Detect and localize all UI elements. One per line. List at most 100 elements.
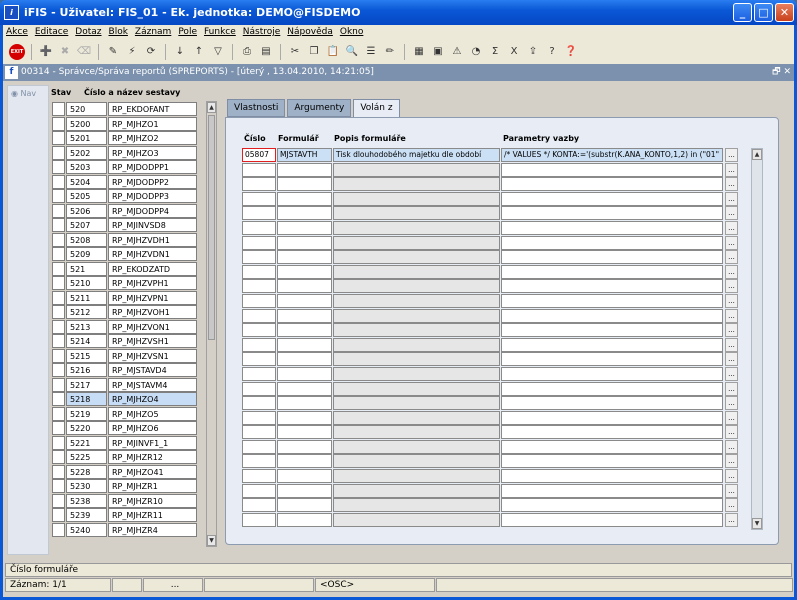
cislo-cell[interactable] [242, 425, 276, 440]
report-row[interactable]: 5215 RP_MJHZVSN1 [52, 348, 197, 364]
grid-row[interactable]: ... [242, 162, 738, 178]
formular-cell[interactable] [277, 410, 332, 425]
cislo-cell[interactable] [242, 498, 276, 513]
cislo-cell[interactable] [242, 235, 276, 250]
sort-desc-icon[interactable]: ↑ [191, 44, 207, 60]
status-checkbox[interactable] [52, 305, 65, 319]
report-name[interactable]: RP_MJSTAVD4 [108, 363, 197, 377]
form-window-controls[interactable]: 🗗 ✕ [772, 64, 791, 81]
report-row[interactable]: 521 RP_EKODZATD [52, 261, 197, 277]
calculator-icon[interactable]: ▦ [411, 44, 427, 60]
parametry-cell[interactable] [501, 337, 723, 352]
status-checkbox[interactable] [52, 160, 65, 174]
report-number[interactable]: 5201 [66, 131, 107, 145]
report-row[interactable]: 5205 RP_MJDODPP3 [52, 189, 197, 204]
formular-cell[interactable] [277, 264, 332, 279]
export-icon[interactable]: ⇪ [525, 44, 541, 60]
execute-query-icon[interactable]: ⚡ [124, 44, 140, 60]
report-number[interactable]: 5206 [66, 203, 107, 218]
edit-params-button[interactable]: ... [725, 191, 738, 206]
edit-params-button[interactable]: ... [725, 264, 738, 279]
formular-cell[interactable] [277, 235, 332, 250]
cislo-cell[interactable] [242, 352, 276, 367]
grid-scroll-up-icon[interactable]: ▲ [752, 149, 762, 160]
formular-cell[interactable] [277, 352, 332, 367]
report-number[interactable]: 5211 [66, 290, 107, 305]
status-checkbox[interactable] [52, 377, 65, 392]
parametry-cell[interactable] [501, 191, 723, 206]
warning-icon[interactable]: ⚠ [449, 44, 465, 60]
edit-icon[interactable]: ✏ [382, 44, 398, 60]
report-name[interactable]: RP_MJHZO41 [108, 464, 197, 479]
grid-row[interactable]: ... [242, 191, 738, 207]
formular-cell[interactable] [277, 425, 332, 440]
report-name[interactable]: RP_MJDODPP3 [108, 189, 197, 203]
parametry-cell[interactable] [501, 366, 723, 381]
report-name[interactable]: RP_MJHZO3 [108, 145, 197, 160]
status-checkbox[interactable] [52, 508, 65, 522]
report-name[interactable]: RP_EKODZATD [108, 261, 197, 276]
parametry-cell[interactable] [501, 323, 723, 338]
formular-cell[interactable] [277, 498, 332, 513]
report-row[interactable]: 5220 RP_MJHZO6 [52, 421, 197, 436]
report-row[interactable]: 5213 RP_MJHZVON1 [52, 319, 197, 335]
report-number[interactable]: 5213 [66, 319, 107, 334]
edit-params-button[interactable]: ... [725, 381, 738, 396]
list-icon[interactable]: ☰ [363, 44, 379, 60]
report-name[interactable]: RP_MJSTAVM4 [108, 377, 197, 392]
formular-cell[interactable] [277, 512, 332, 527]
grid-row[interactable]: ... [242, 293, 738, 309]
report-number[interactable]: 5240 [66, 522, 107, 537]
report-row[interactable]: 5208 RP_MJHZVDH1 [52, 232, 197, 248]
formular-cell[interactable] [277, 396, 332, 411]
report-number[interactable]: 5219 [66, 406, 107, 421]
report-name[interactable]: RP_MJHZR11 [108, 508, 197, 522]
formular-cell[interactable] [277, 250, 332, 265]
cislo-cell[interactable] [242, 206, 276, 221]
report-name[interactable]: RP_MJHZVDH1 [108, 232, 197, 247]
grid-row[interactable]: ... [242, 308, 738, 324]
grid-row[interactable]: ... [242, 250, 738, 265]
menu-dotaz[interactable]: Dotaz [75, 25, 101, 40]
report-row[interactable]: 520 RP_EKDOFANT [52, 102, 197, 117]
edit-params-button[interactable]: ... [725, 366, 738, 381]
menu-okno[interactable]: Okno [340, 25, 364, 40]
report-row[interactable]: 5212 RP_MJHZVOH1 [52, 305, 197, 320]
formular-cell[interactable] [277, 469, 332, 484]
formular-cell[interactable] [277, 323, 332, 338]
parametry-cell[interactable]: /* VALUES */ KONTA:='(substr(K.ANA_KONTO… [501, 148, 723, 162]
cislo-cell[interactable] [242, 469, 276, 484]
status-checkbox[interactable] [52, 116, 65, 131]
report-number[interactable]: 5218 [66, 392, 107, 406]
report-row[interactable]: 5203 RP_MJDODPP1 [52, 160, 197, 175]
status-checkbox[interactable] [52, 421, 65, 435]
menu-nastroje[interactable]: Nástroje [243, 25, 281, 40]
cislo-cell[interactable] [242, 439, 276, 454]
formular-cell[interactable] [277, 483, 332, 498]
status-checkbox[interactable] [52, 319, 65, 334]
status-checkbox[interactable] [52, 479, 65, 493]
edit-params-button[interactable]: ... [725, 396, 738, 411]
report-number[interactable]: 5217 [66, 377, 107, 392]
report-name[interactable]: RP_MJHZVDN1 [108, 247, 197, 261]
grid-row[interactable]: ... [242, 498, 738, 513]
report-number[interactable]: 5204 [66, 174, 107, 189]
formular-cell[interactable] [277, 191, 332, 206]
edit-params-button[interactable]: ... [725, 337, 738, 352]
report-number[interactable]: 5215 [66, 348, 107, 363]
status-checkbox[interactable] [52, 363, 65, 377]
report-row[interactable]: 5214 RP_MJHZVSH1 [52, 334, 197, 349]
parametry-cell[interactable] [501, 512, 723, 527]
parametry-cell[interactable] [501, 498, 723, 513]
grid-row[interactable]: ... [242, 206, 738, 221]
report-name[interactable]: RP_MJDODPP4 [108, 203, 197, 218]
parametry-cell[interactable] [501, 308, 723, 323]
report-name[interactable]: RP_MJHZVOH1 [108, 305, 197, 319]
parametry-cell[interactable] [501, 425, 723, 440]
grid-row[interactable]: ... [242, 337, 738, 353]
enter-query-icon[interactable]: ✎ [105, 44, 121, 60]
edit-params-button[interactable]: ... [725, 352, 738, 367]
calendar-icon[interactable]: ▣ [430, 44, 446, 60]
grid-row[interactable]: ... [242, 381, 738, 397]
report-row[interactable]: 5216 RP_MJSTAVD4 [52, 363, 197, 378]
